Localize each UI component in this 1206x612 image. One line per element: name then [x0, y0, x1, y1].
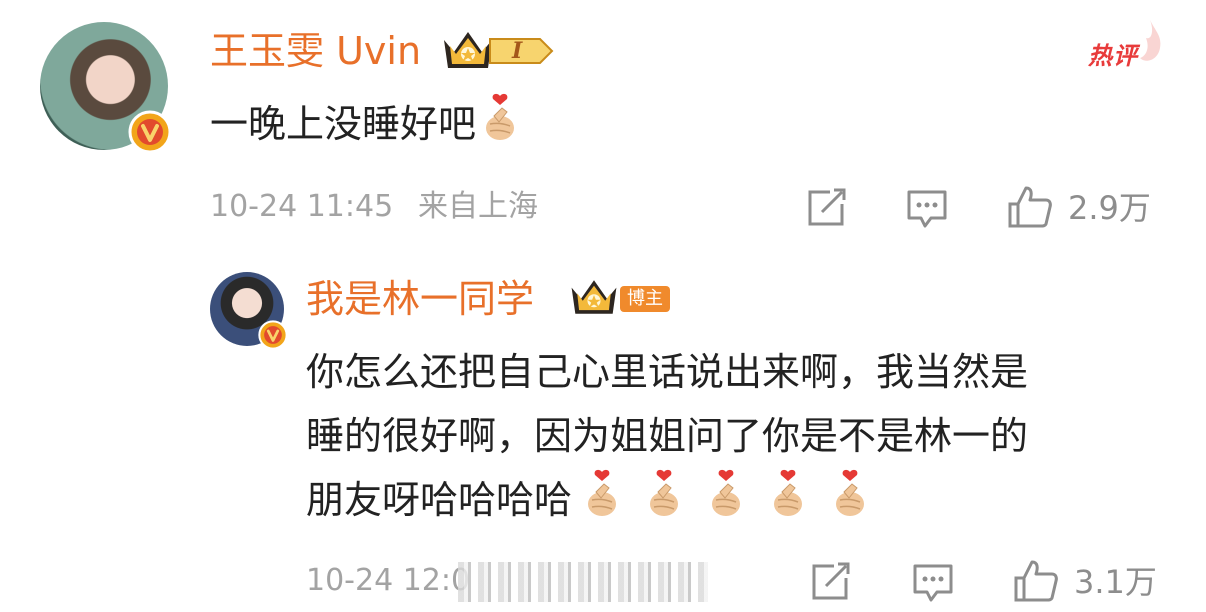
finger-heart-emoji: [706, 468, 746, 537]
verified-v-icon: [258, 320, 288, 350]
verified-v-icon: [128, 110, 172, 154]
comment-text: 一晚上没睡好吧: [210, 92, 520, 161]
comment-icon[interactable]: [905, 186, 949, 230]
comment-date: 10-24 11:45: [210, 189, 394, 224]
reply-line-3: 朋友呀哈哈哈哈: [306, 468, 870, 537]
redaction-bar: [458, 562, 708, 602]
comment-location: 来自上海: [418, 189, 538, 224]
reply-line-2: 睡的很好啊，因为姐姐问了你是不是林一的: [306, 414, 1029, 458]
share-edit-icon[interactable]: [804, 186, 848, 230]
thumb-up-icon[interactable]: [1006, 184, 1054, 230]
commenter-name[interactable]: 王玉雯 Uvin: [210, 32, 421, 70]
comment-icon[interactable]: [911, 560, 955, 604]
share-edit-icon[interactable]: [808, 560, 852, 604]
thumb-up-icon[interactable]: [1012, 558, 1060, 604]
like-count: 3.1万: [1074, 563, 1157, 601]
finger-heart-emoji: [582, 468, 622, 537]
finger-heart-emoji: [644, 468, 684, 537]
replier-name[interactable]: 我是林一同学: [306, 280, 534, 318]
reply-date: 10-24 12:0: [306, 563, 471, 598]
like-count: 2.9万: [1068, 189, 1151, 227]
level-badge: I: [488, 34, 554, 68]
finger-heart-emoji: [830, 468, 870, 537]
reply-line-1: 你怎么还把自己心里话说出来啊，我当然是: [306, 350, 1029, 394]
crown-icon: [566, 274, 622, 320]
finger-heart-emoji: [480, 92, 520, 161]
hot-flame-icon: [1132, 18, 1166, 66]
hot-comment-badge: 热评: [1088, 42, 1138, 70]
author-badge: 博主: [620, 286, 670, 312]
finger-heart-emoji-row: [572, 469, 870, 522]
finger-heart-emoji: [768, 468, 808, 537]
